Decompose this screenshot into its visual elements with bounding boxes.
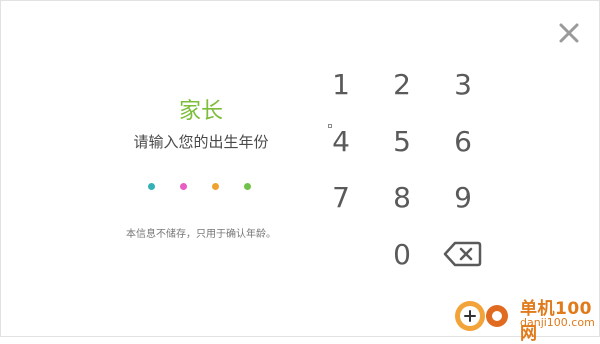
privacy-notice: 本信息不储存，只用于确认年龄。: [126, 229, 276, 240]
pin-indicator: [1, 183, 600, 193]
backspace-icon[interactable]: [443, 239, 483, 269]
key-4[interactable]: 4: [316, 122, 366, 162]
key-6[interactable]: 6: [438, 122, 488, 162]
key-1[interactable]: 1: [316, 65, 366, 105]
watermark: 单机100网 danji100.com: [448, 290, 600, 344]
key-9[interactable]: 9: [438, 178, 488, 218]
pin-dot: [148, 183, 155, 190]
close-icon[interactable]: [557, 21, 581, 45]
key-7[interactable]: 7: [316, 178, 366, 218]
page-title: 家长: [178, 99, 223, 124]
pin-dot: [244, 183, 251, 190]
key-5[interactable]: 5: [377, 122, 427, 162]
watermark-logo-icon: [455, 301, 508, 331]
watermark-url: danji100.com: [520, 316, 595, 329]
key-8[interactable]: 8: [377, 178, 427, 218]
key-3[interactable]: 3: [438, 65, 488, 105]
pin-dot: [180, 183, 187, 190]
prompt-text: 请输入您的出生年份: [133, 133, 269, 151]
age-gate-dialog: 家长 请输入您的出生年份 本信息不储存，只用于确认年龄。 1 2 3 4 5 6…: [0, 0, 600, 337]
pin-dot: [212, 183, 219, 190]
key-2[interactable]: 2: [377, 65, 427, 105]
key-0[interactable]: 0: [377, 235, 427, 275]
